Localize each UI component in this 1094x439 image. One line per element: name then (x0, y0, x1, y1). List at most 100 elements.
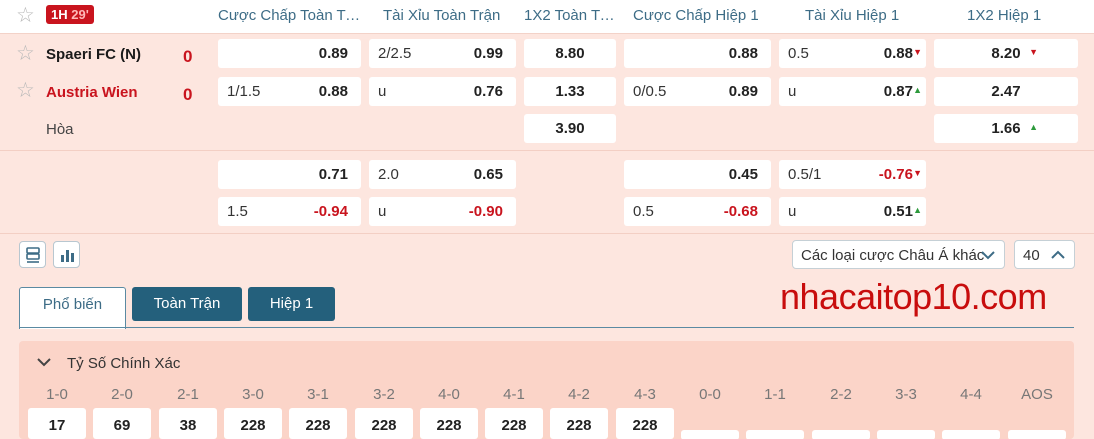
odds-cell-1x2-1h-away[interactable]: 2.47 (934, 77, 1078, 106)
list-view-icon (26, 247, 40, 263)
odds-cell-ah-1h-away[interactable]: 0/0.5 0.89 (624, 77, 771, 106)
bar-chart-icon (61, 250, 74, 262)
odds-cell-alt-ou-ft-under[interactable]: u -0.90 (369, 197, 516, 226)
odds-up-arrow-icon: ▲ (913, 205, 922, 215)
favorite-away-star-icon[interactable]: ☆ (16, 80, 35, 101)
score-label: 2-0 (111, 386, 133, 403)
odds-cell-ou-ft-under[interactable]: u 0.76 (369, 77, 516, 106)
score-odds-cell[interactable] (1008, 430, 1066, 439)
odds-down-arrow-icon: ▼ (1029, 47, 1038, 57)
odds-cell-1x2-1h-home[interactable]: 8.20 ▼ (934, 39, 1078, 68)
list-view-button[interactable] (19, 241, 46, 268)
stats-button[interactable] (53, 241, 80, 268)
under-label: u (788, 203, 797, 220)
under-label: u (378, 83, 387, 100)
under-label: u (788, 83, 797, 100)
collapse-chevron-icon[interactable] (37, 357, 51, 367)
odds-value: 1.66 (991, 120, 1021, 137)
score-label: 3-0 (242, 386, 264, 403)
row-divider (0, 233, 1094, 234)
odds-value: 0.51 (883, 203, 913, 220)
col-header-ah-ft[interactable]: Cược Chấp Toàn Trận (218, 7, 362, 24)
score-label: 4-2 (568, 386, 590, 403)
favorite-star-icon[interactable]: ☆ (16, 5, 35, 26)
odds-header: ☆ 1H 29' Cược Chấp Toàn Trận Tài Xỉu Toà… (0, 0, 1094, 34)
draw-label: Hòa (46, 121, 74, 138)
col-header-1x2-ft[interactable]: 1X2 Toàn Trận (524, 7, 618, 24)
score-odds-cell[interactable]: 228 (289, 408, 347, 439)
score-label: 0-0 (699, 386, 721, 403)
odds-cell-alt-ou-1h-over[interactable]: 0.5/1 -0.76 ▼ (779, 160, 926, 189)
market-type-value: Các loại cược Châu Á khác (801, 247, 985, 264)
home-team-name[interactable]: Spaeri FC (N) (46, 46, 141, 63)
score-label: 4-3 (634, 386, 656, 403)
score-odds-cell[interactable]: 38 (159, 408, 217, 439)
page-size-select[interactable]: 40 (1014, 240, 1075, 269)
col-header-1x2-1h[interactable]: 1X2 Hiệp 1 (967, 7, 1067, 24)
odds-cell-ah-ft-home[interactable]: 0.89 (218, 39, 361, 68)
odds-value: 0.87 (883, 83, 913, 100)
score-odds-cell[interactable]: 228 (420, 408, 478, 439)
odds-value: 0.89 (318, 45, 348, 62)
score-odds-cell[interactable]: 69 (93, 408, 151, 439)
odds-value: -0.90 (468, 203, 503, 220)
odds-value: 0.88 (883, 45, 913, 62)
score-odds-cell[interactable] (681, 430, 739, 439)
handicap-line: 2.0 (378, 166, 399, 183)
score-odds-cell[interactable]: 228 (550, 408, 608, 439)
odds-cell-alt-ou-ft-over[interactable]: 2.0 0.65 (369, 160, 516, 189)
odds-cell-ah-ft-away[interactable]: 1/1.5 0.88 (218, 77, 361, 106)
odds-cell-alt-ah-1h-home[interactable]: 0.45 (624, 160, 771, 189)
handicap-line: 0.5 (633, 203, 654, 220)
score-odds-cell[interactable] (942, 430, 1000, 439)
col-header-ah-1h[interactable]: Cược Chấp Hiệp 1 (633, 7, 773, 24)
handicap-line: 1/1.5 (227, 83, 261, 100)
score-odds-cell[interactable]: 17 (28, 408, 86, 439)
row-divider (0, 150, 1094, 151)
score-label: 4-4 (960, 386, 982, 403)
score-label: 4-1 (503, 386, 525, 403)
odds-value: -0.94 (313, 203, 348, 220)
odds-value: 0.99 (473, 45, 503, 62)
chevron-up-icon (1051, 250, 1065, 259)
away-team-name[interactable]: Austria Wien (46, 84, 138, 101)
odds-cell-alt-ah-ft-home[interactable]: 0.71 (218, 160, 361, 189)
odds-cell-1x2-ft-away[interactable]: 1.33 (524, 77, 616, 106)
score-label: 1-0 (46, 386, 68, 403)
tab-popular[interactable]: Phổ biến (19, 287, 126, 329)
correct-score-panel: Tỷ Số Chính Xác 1-0 17 2-0 69 2-1 38 3-0 228 3-1… (19, 341, 1074, 439)
odds-cell-alt-ou-1h-under[interactable]: u 0.51 ▲ (779, 197, 926, 226)
score-label: 3-2 (373, 386, 395, 403)
market-type-select[interactable]: Các loại cược Châu Á khác (792, 240, 1005, 269)
odds-cell-1x2-1h-draw[interactable]: 1.66 ▲ (934, 114, 1078, 143)
odds-value: 0.71 (318, 166, 348, 183)
odds-cell-ou-1h-under[interactable]: u 0.87 ▲ (779, 77, 926, 106)
col-header-ou-1h[interactable]: Tài Xỉu Hiệp 1 (805, 7, 925, 24)
chevron-down-icon (981, 251, 995, 260)
score-odds-cell[interactable]: 228 (224, 408, 282, 439)
odds-cell-alt-ah-ft-away[interactable]: 1.5 -0.94 (218, 197, 361, 226)
odds-cell-1x2-ft-home[interactable]: 8.80 (524, 39, 616, 68)
score-odds-cell[interactable] (812, 430, 870, 439)
tab-full-match[interactable]: Toàn Trận (132, 287, 242, 321)
score-odds-cell[interactable] (877, 430, 935, 439)
score-label: 4-0 (438, 386, 460, 403)
odds-cell-alt-ah-1h-away[interactable]: 0.5 -0.68 (624, 197, 771, 226)
odds-cell-1x2-ft-draw[interactable]: 3.90 (524, 114, 616, 143)
odds-cell-ah-1h-home[interactable]: 0.88 (624, 39, 771, 68)
col-header-ou-ft[interactable]: Tài Xỉu Toàn Trận (383, 7, 513, 24)
live-time-badge: 1H 29' (46, 5, 94, 24)
tab-first-half[interactable]: Hiệp 1 (248, 287, 335, 321)
score-label: 2-1 (177, 386, 199, 403)
page-size-value: 40 (1023, 247, 1040, 264)
odds-cell-ou-ft-over[interactable]: 2/2.5 0.99 (369, 39, 516, 68)
score-odds-cell[interactable]: 228 (355, 408, 413, 439)
score-odds-cell[interactable]: 228 (485, 408, 543, 439)
odds-cell-ou-1h-over[interactable]: 0.5 0.88 ▼ (779, 39, 926, 68)
favorite-home-star-icon[interactable]: ☆ (16, 43, 35, 64)
odds-value: 0.65 (473, 166, 503, 183)
odds-value: 2.47 (991, 83, 1021, 100)
score-odds-cell[interactable] (746, 430, 804, 439)
score-odds-cell[interactable]: 228 (616, 408, 674, 439)
under-label: u (378, 203, 387, 220)
